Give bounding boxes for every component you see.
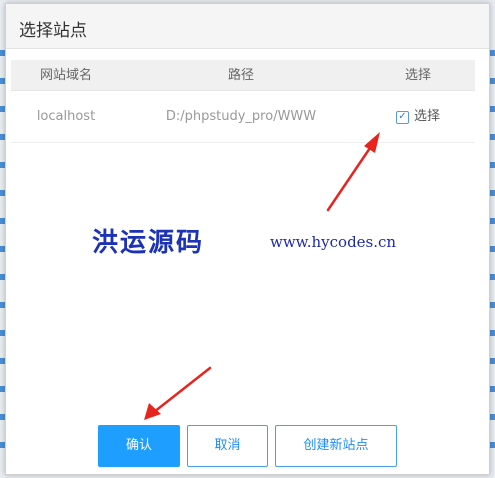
watermark-url: www.hycodes.cn — [270, 233, 397, 251]
confirm-button[interactable]: 确认 — [98, 425, 180, 467]
watermark-text: 洪运源码 — [92, 228, 205, 258]
dialog-header: 选择站点 — [6, 4, 489, 49]
header-domain: 网站域名 — [39, 68, 92, 83]
dialog-title: 选择站点 — [19, 21, 87, 41]
site-table: 网站域名 路径 选择 localhost D:/phpstudy_pro/WWW… — [11, 60, 475, 143]
table-row[interactable]: localhost D:/phpstudy_pro/WWW ✓ 选择 — [11, 91, 475, 143]
table-header-row: 网站域名 路径 选择 — [11, 60, 475, 91]
create-site-button[interactable]: 创建新站点 — [275, 425, 397, 467]
select-label: 选择 — [413, 109, 440, 124]
checkbox-checked-icon[interactable]: ✓ — [395, 110, 409, 124]
select-site-dialog: 选择站点 网站域名 路径 选择 localhost D:/phpstudy_pr… — [5, 3, 490, 475]
cell-path: D:/phpstudy_pro/WWW — [165, 109, 317, 124]
header-select: 选择 — [404, 68, 431, 83]
header-path: 路径 — [227, 68, 254, 83]
cancel-button[interactable]: 取消 — [187, 425, 268, 467]
cell-select[interactable]: ✓ 选择 — [361, 91, 475, 143]
cell-domain: localhost — [36, 109, 96, 124]
